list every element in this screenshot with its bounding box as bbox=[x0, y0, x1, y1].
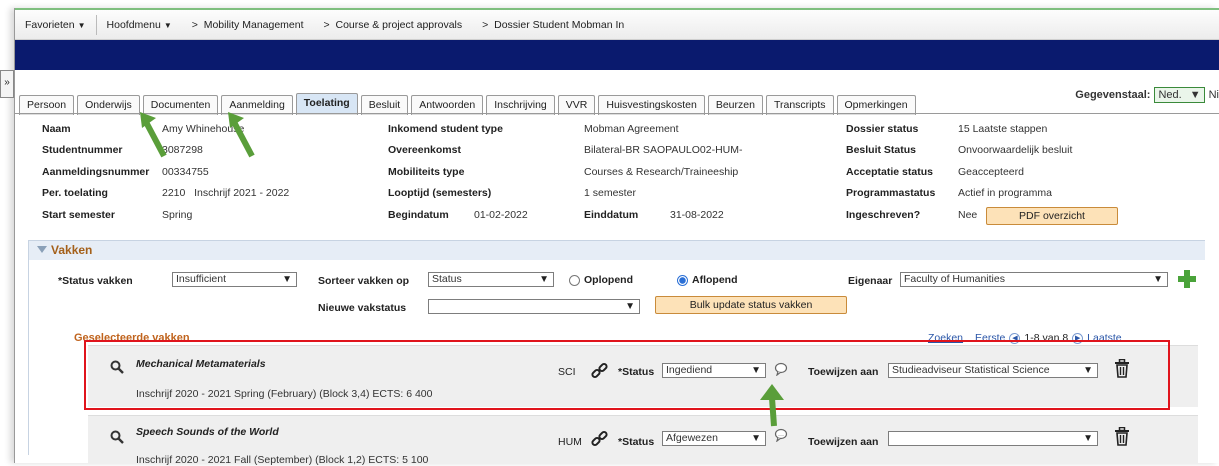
course-details: Inschrijf 2020 - 2021 Fall (September) (… bbox=[136, 454, 429, 466]
vakken-section-header[interactable]: Vakken bbox=[28, 240, 1205, 260]
besluit-status-value: Onvoorwaardelijk besluit bbox=[958, 144, 1073, 157]
programmastatus-value: Actief in programma bbox=[958, 187, 1052, 200]
svg-text:…: … bbox=[778, 431, 784, 438]
toewijzen-label: Toewijzen aan bbox=[808, 436, 879, 448]
course-title: Speech Sounds of the World bbox=[136, 426, 279, 438]
add-course-plus-icon[interactable] bbox=[1178, 270, 1196, 288]
tab-transcripts[interactable]: Transcripts bbox=[765, 95, 834, 115]
per-toelating-value: 2210 Inschrijf 2021 - 2022 bbox=[162, 187, 290, 200]
tab-underline bbox=[15, 113, 1219, 114]
oplopend-radio-circle[interactable] bbox=[569, 274, 580, 286]
highlight-box bbox=[84, 340, 1170, 410]
per-toelating-label: Per. toelating bbox=[42, 187, 108, 200]
dossier-status-label: Dossier status bbox=[846, 122, 919, 135]
annotation-arrow-comment bbox=[760, 384, 784, 427]
eigenaar-label: Eigenaar bbox=[848, 275, 893, 287]
breadcrumb-dossier[interactable]: > Dossier Student Mobman In bbox=[472, 19, 634, 31]
start-semester-value: Spring bbox=[162, 208, 193, 221]
collapse-triangle-icon bbox=[37, 246, 47, 253]
aflopend-radio[interactable]: Aflopend bbox=[677, 274, 738, 286]
pdf-overzicht-button[interactable]: PDF overzicht bbox=[986, 207, 1118, 225]
begindatum-label: Begindatum bbox=[388, 208, 449, 221]
tab-toelating[interactable]: Toelating bbox=[295, 93, 358, 115]
top-navigation: Favorieten ▼ Hoofdmenu ▼ > Mobility Manage… bbox=[15, 8, 1219, 40]
vakken-title: Vakken bbox=[51, 243, 93, 257]
ingeschreven-value: Nee bbox=[958, 208, 978, 221]
header-bar bbox=[15, 40, 1219, 70]
nieuwe-vakstatus-label: Nieuwe vakstatus bbox=[318, 302, 407, 314]
status-vakken-select[interactable]: Insufficient ▼ bbox=[172, 272, 297, 287]
mobiliteits-type-label: Mobiliteits type bbox=[388, 165, 465, 178]
tab-antwoorden[interactable]: Antwoorden bbox=[411, 95, 484, 115]
tab-beurzen[interactable]: Beurzen bbox=[707, 95, 763, 115]
start-semester-label: Start semester bbox=[42, 208, 115, 221]
aflopend-radio-circle[interactable] bbox=[677, 274, 688, 286]
link-icon[interactable] bbox=[591, 430, 609, 448]
ingeschreven-label: Ingeschreven? bbox=[846, 208, 921, 221]
inkomend-type-label: Inkomend student type bbox=[388, 122, 503, 135]
acceptatie-status-label: Acceptatie status bbox=[846, 165, 933, 178]
einddatum-value: 31-08-2022 bbox=[670, 208, 724, 221]
tab-besluit[interactable]: Besluit bbox=[360, 95, 409, 115]
course-status-label: *Status bbox=[618, 436, 655, 448]
course-faculty: HUM bbox=[558, 436, 582, 448]
looptijd-label: Looptijd (semesters) bbox=[388, 187, 492, 200]
language-label: Gegevenstaal: bbox=[1075, 89, 1151, 101]
overeenkomst-label: Overeenkomst bbox=[388, 144, 461, 157]
annotation-arrow-documenten bbox=[228, 112, 255, 158]
mobiliteits-type-value: Courses & Research/Traineeship bbox=[584, 165, 739, 178]
dossier-status-value: 15 Laatste stappen bbox=[958, 122, 1048, 135]
tab-onderwijs[interactable]: Onderwijs bbox=[77, 95, 140, 115]
bulk-update-button[interactable]: Bulk update status vakken bbox=[655, 296, 847, 314]
looptijd-value: 1 semester bbox=[584, 187, 636, 200]
annotation-arrow-onderwijs bbox=[140, 112, 167, 158]
programmastatus-label: Programmastatus bbox=[846, 187, 936, 200]
trash-icon[interactable] bbox=[1114, 427, 1130, 446]
besluit-status-label: Besluit Status bbox=[846, 144, 917, 157]
eigenaar-select[interactable]: Faculty of Humanities ▼ bbox=[900, 272, 1168, 287]
overeenkomst-value: Bilateral-BR SAOPAULO02-HUM- bbox=[584, 144, 743, 157]
sidebar-toggle-button[interactable]: » bbox=[0, 70, 14, 98]
einddatum-label: Einddatum bbox=[584, 208, 639, 221]
language-selector: Gegevenstaal: Ned. ▼ Ni bbox=[1075, 87, 1219, 103]
tab-vvr[interactable]: VVR bbox=[557, 95, 596, 115]
search-icon[interactable] bbox=[110, 430, 124, 444]
tab-persoon[interactable]: Persoon bbox=[19, 95, 75, 115]
breadcrumb-course-approvals[interactable]: > Course & project approvals bbox=[314, 19, 473, 31]
acceptatie-status-value: Geaccepteerd bbox=[958, 165, 1024, 178]
language-select[interactable]: Ned. ▼ bbox=[1154, 87, 1205, 103]
student-info-col2: Inkomend student type Mobman Agreement Ov… bbox=[388, 118, 743, 226]
course-status-select[interactable]: Afgewezen ▼ bbox=[662, 431, 766, 446]
toewijzen-select[interactable]: ▼ bbox=[888, 431, 1098, 446]
inkomend-type-value: Mobman Agreement bbox=[584, 122, 679, 135]
sorteer-label: Sorteer vakken op bbox=[318, 275, 410, 287]
nieuwe-vakstatus-select[interactable]: ▼ bbox=[428, 299, 640, 314]
breadcrumb-mobility-management[interactable]: > Mobility Management bbox=[182, 19, 314, 31]
status-vakken-label: *Status vakken bbox=[58, 275, 133, 287]
tab-huisvestingskosten[interactable]: Huisvestingskosten bbox=[598, 95, 705, 115]
course-row: Speech Sounds of the World Inschrijf 202… bbox=[88, 415, 1198, 466]
oplopend-radio[interactable]: Oplopend bbox=[569, 274, 633, 286]
sorteer-select[interactable]: Status ▼ bbox=[428, 272, 554, 287]
aanmeldingsnummer-label: Aanmeldingsnummer bbox=[42, 165, 150, 178]
favorieten-menu[interactable]: Favorieten ▼ bbox=[15, 19, 96, 31]
aanmeldingsnummer-value: 00334755 bbox=[162, 165, 209, 178]
hoofdmenu-menu[interactable]: Hoofdmenu ▼ bbox=[97, 19, 182, 31]
tab-inschrijving[interactable]: Inschrijving bbox=[486, 95, 555, 115]
begindatum-value: 01-02-2022 bbox=[474, 208, 528, 221]
tab-opmerkingen[interactable]: Opmerkingen bbox=[836, 95, 916, 115]
comment-icon[interactable]: … bbox=[774, 428, 788, 442]
language-trailing: Ni bbox=[1208, 89, 1219, 101]
